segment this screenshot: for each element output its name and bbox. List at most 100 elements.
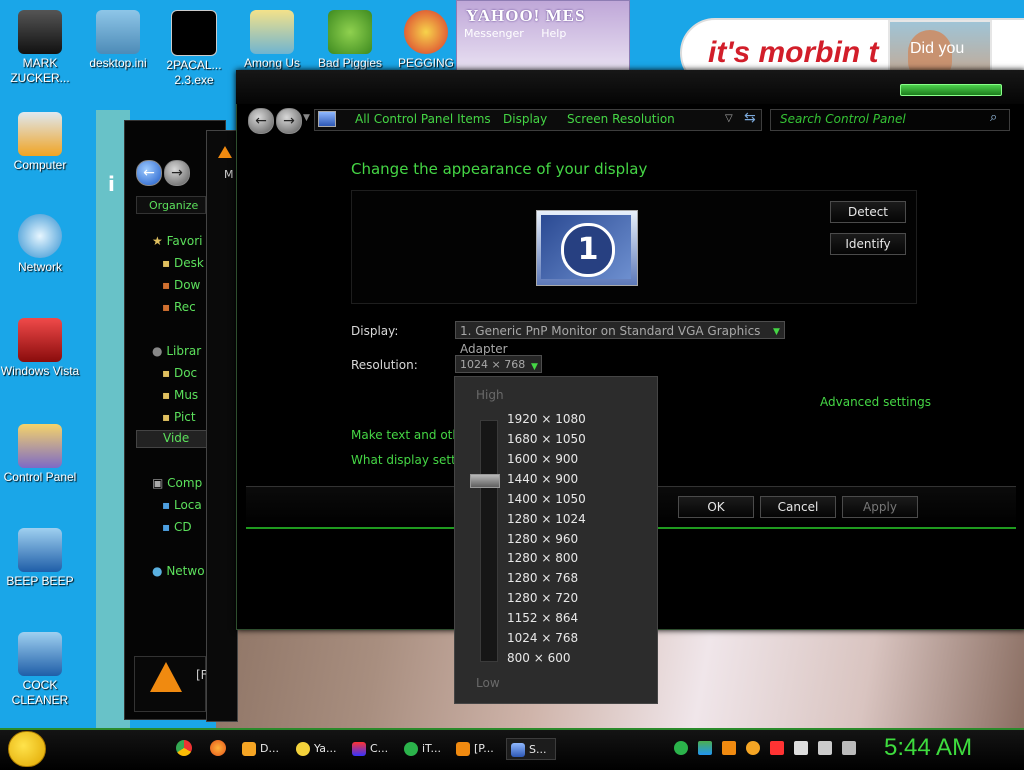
- back-arrow-icon[interactable]: ←: [248, 108, 274, 134]
- vlc-cone-icon: [456, 742, 470, 756]
- nav-desktop[interactable]: ▪ Desk: [162, 256, 204, 270]
- desktop-icon-cock-cleaner[interactable]: COCK CLEANER: [0, 632, 80, 708]
- nav-videos[interactable]: Vide: [136, 430, 214, 448]
- nav-downloads[interactable]: ▪ Dow: [162, 278, 200, 292]
- resolution-label: Resolution:: [351, 358, 418, 372]
- desktop-icon-among-us[interactable]: Among Us: [232, 10, 312, 71]
- control-panel-icon: [18, 424, 62, 468]
- resolution-option[interactable]: 1152 × 864: [507, 611, 578, 625]
- nav-music[interactable]: ▪ Mus: [162, 388, 198, 402]
- forward-arrow-icon[interactable]: →: [164, 160, 190, 186]
- breadcrumb-screen-resolution[interactable]: Screen Resolution: [567, 112, 675, 126]
- vlc-tray-icon[interactable]: [722, 741, 736, 755]
- desktop-icon-computer[interactable]: Computer: [0, 112, 80, 173]
- chrome-icon[interactable]: [176, 740, 192, 756]
- resolution-option[interactable]: 1280 × 1024: [507, 512, 586, 526]
- volume-icon[interactable]: [842, 741, 856, 755]
- console-icon: [171, 10, 217, 56]
- resolution-option[interactable]: 1280 × 800: [507, 551, 578, 565]
- nav-local-disk[interactable]: ▪ Loca: [162, 498, 202, 512]
- firefox-icon[interactable]: [210, 740, 226, 756]
- resolution-option[interactable]: 1024 × 768: [507, 631, 578, 645]
- display-label: Display:: [351, 324, 399, 338]
- refresh-icon[interactable]: ⇆: [744, 110, 756, 126]
- display-select[interactable]: 1. Generic PnP Monitor on Standard VGA G…: [455, 321, 785, 356]
- book-icon: [18, 528, 62, 572]
- search-tray-icon[interactable]: [746, 741, 760, 755]
- resolution-option[interactable]: 800 × 600: [507, 651, 571, 665]
- nav-libraries[interactable]: ● Librar: [152, 344, 201, 358]
- desktop-icon-mark-zucker[interactable]: MARK ZUCKER...: [0, 10, 80, 86]
- desktop-icon-control-panel[interactable]: Control Panel: [0, 424, 80, 485]
- forward-arrow-icon[interactable]: →: [276, 108, 302, 134]
- control-panel-icon: [352, 742, 366, 756]
- nav-recent[interactable]: ▪ Rec: [162, 300, 196, 314]
- network-tray-icon[interactable]: [698, 741, 712, 755]
- detect-button[interactable]: Detect: [830, 201, 906, 223]
- banner-text: it's morbin t: [708, 36, 879, 69]
- taskbar-item[interactable]: C...: [352, 738, 388, 760]
- taskbar-item[interactable]: iT...: [404, 738, 441, 760]
- start-button[interactable]: [8, 731, 46, 767]
- person-icon: [18, 10, 62, 54]
- resolution-slider-track[interactable]: [480, 420, 498, 662]
- resolution-option[interactable]: 1280 × 960: [507, 532, 578, 546]
- desktop-icon-desktop-ini[interactable]: desktop.ini: [78, 10, 158, 71]
- photo-caption: Did you: [910, 40, 965, 57]
- computer-icon: [18, 112, 62, 156]
- taskbar-item[interactable]: D...: [242, 738, 279, 760]
- resolution-option[interactable]: 1280 × 720: [507, 591, 578, 605]
- desktop-icon-bad-piggies[interactable]: Bad Piggies: [310, 10, 390, 71]
- desktop-icon-network[interactable]: Network: [0, 214, 80, 275]
- breadcrumb-display[interactable]: Display: [503, 112, 547, 126]
- organize-button[interactable]: Organize: [136, 196, 206, 214]
- resolution-slider-thumb[interactable]: [470, 474, 500, 488]
- smiley-icon: [296, 742, 310, 756]
- advanced-settings-link[interactable]: Advanced settings: [820, 395, 931, 409]
- nav-pictures[interactable]: ▪ Pict: [162, 410, 196, 424]
- desktop-icon-pegging[interactable]: PEGGING: [386, 10, 466, 71]
- taskbar-item[interactable]: [P...: [456, 738, 494, 760]
- clock[interactable]: 5:44 AM: [884, 734, 972, 762]
- info-icon: i: [108, 172, 115, 196]
- file-icon: [96, 10, 140, 54]
- address-dropdown-chevron-icon[interactable]: ▽: [725, 113, 733, 124]
- identify-button[interactable]: Identify: [830, 233, 906, 255]
- network-status-icon[interactable]: [818, 741, 832, 755]
- app-tray-icon[interactable]: [770, 741, 784, 755]
- desktop-icon-windows-vista[interactable]: Windows Vista: [0, 318, 80, 379]
- nav-network[interactable]: ● Netwo: [152, 564, 205, 578]
- resolution-select[interactable]: 1024 × 768: [455, 355, 542, 373]
- nav-documents[interactable]: ▪ Doc: [162, 366, 197, 380]
- desktop-icon-beep-beep[interactable]: BEEP BEEP: [0, 528, 80, 589]
- taskbar-item-active[interactable]: S...: [506, 738, 556, 760]
- nav-cd-drive[interactable]: ▪ CD: [162, 520, 192, 534]
- high-label: High: [476, 388, 504, 402]
- apply-button[interactable]: Apply: [842, 496, 918, 518]
- ok-button[interactable]: OK: [678, 496, 754, 518]
- second-explorer-window[interactable]: [206, 130, 238, 722]
- window-tab-label: M: [224, 168, 234, 181]
- resolution-option[interactable]: 1680 × 1050: [507, 432, 586, 446]
- resolution-option[interactable]: 1400 × 1050: [507, 492, 586, 506]
- search-icon[interactable]: ⌕: [990, 110, 997, 125]
- nav-favorites[interactable]: ★ Favori: [152, 234, 202, 248]
- window-control-buttons[interactable]: [900, 84, 1002, 96]
- resolution-option[interactable]: 1280 × 768: [507, 571, 578, 585]
- breadcrumb-all-items[interactable]: All Control Panel Items: [355, 112, 491, 126]
- flag-tray-icon[interactable]: [794, 741, 808, 755]
- back-arrow-icon[interactable]: ←: [136, 160, 162, 186]
- menu-messenger[interactable]: Messenger: [464, 27, 524, 40]
- taskbar-item[interactable]: Ya...: [296, 738, 336, 760]
- resolution-option[interactable]: 1440 × 900: [507, 472, 578, 486]
- desktop-icon-2pacal[interactable]: 2PACAL... 2.3.exe: [154, 10, 234, 88]
- nav-computer[interactable]: ▣ Comp: [152, 476, 202, 490]
- network-globe-icon: [18, 214, 62, 258]
- recent-pages-chevron-icon[interactable]: ▼: [303, 113, 310, 123]
- cancel-button[interactable]: Cancel: [760, 496, 836, 518]
- resolution-option[interactable]: 1920 × 1080: [507, 412, 586, 426]
- itunes-tray-icon[interactable]: [674, 741, 688, 755]
- resolution-option[interactable]: 1600 × 900: [507, 452, 578, 466]
- low-label: Low: [476, 676, 500, 690]
- menu-help[interactable]: Help: [541, 27, 566, 40]
